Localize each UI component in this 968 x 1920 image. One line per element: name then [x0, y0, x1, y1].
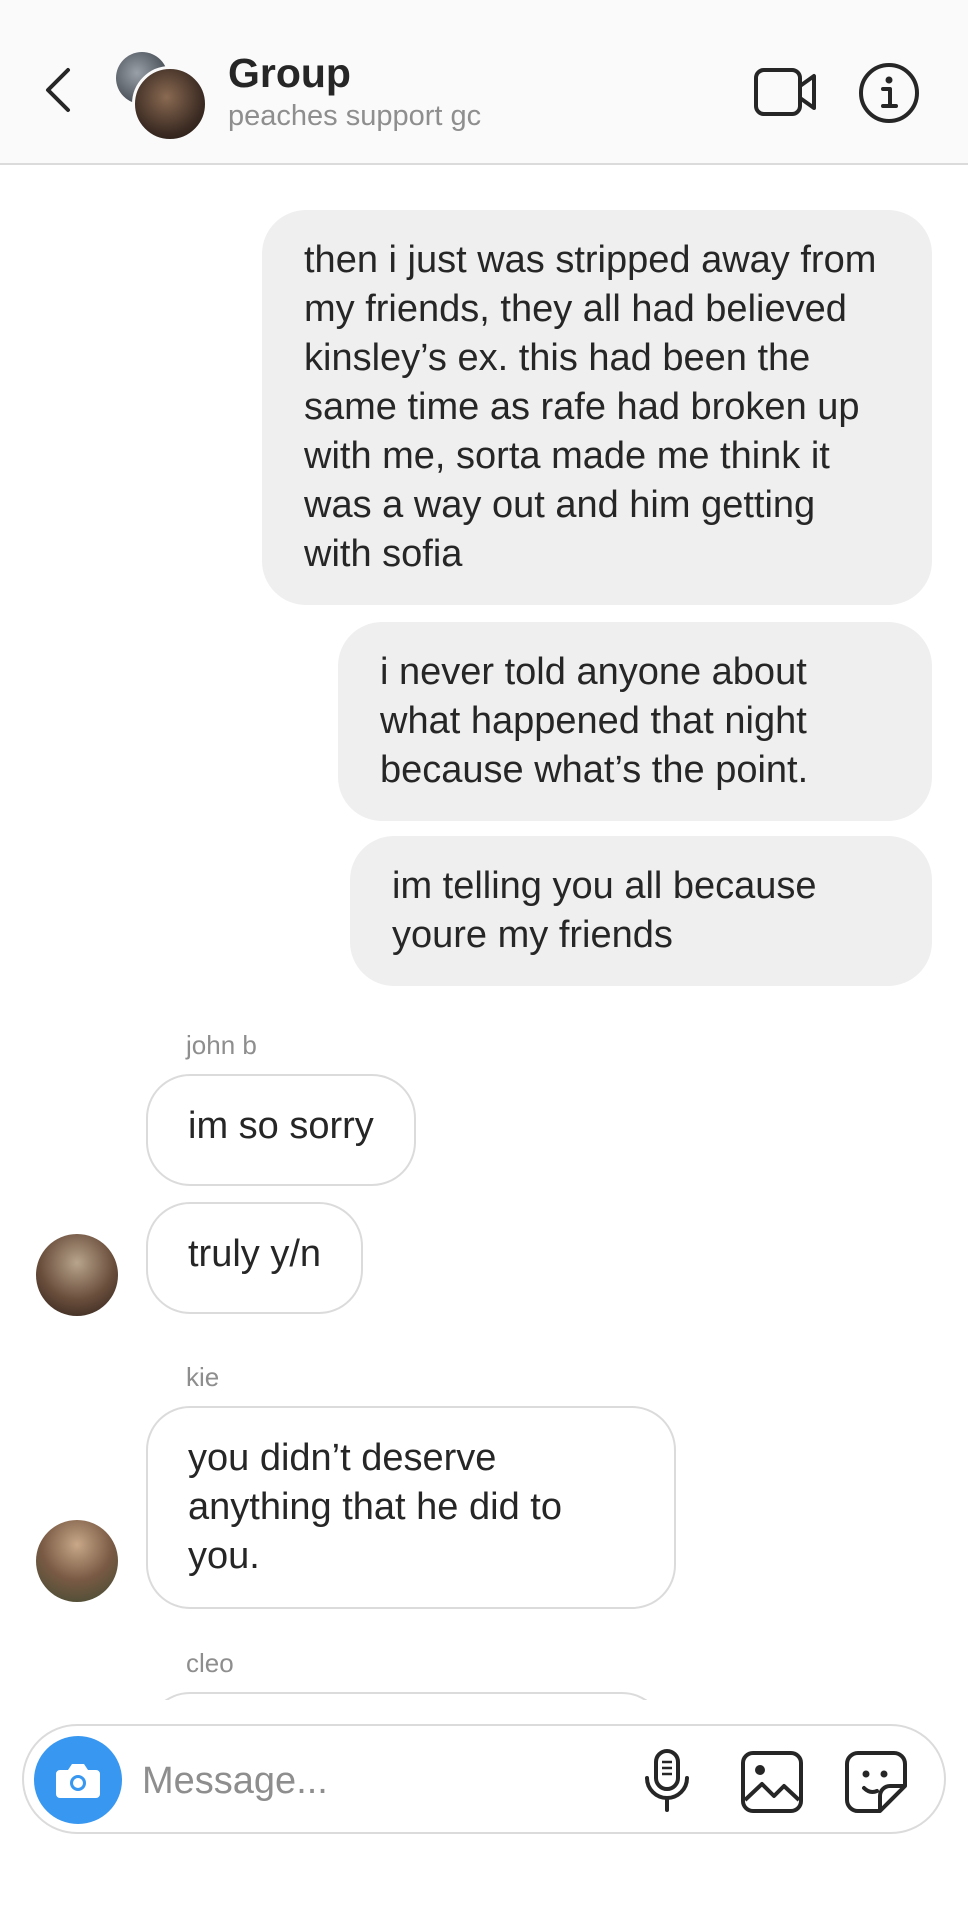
- camera-button[interactable]: [34, 1736, 122, 1824]
- message-bubble-outgoing[interactable]: im telling you all because youre my frie…: [350, 836, 932, 986]
- message-bubble-incoming[interactable]: you didn’t deserve anything that he did …: [146, 1406, 676, 1609]
- avatar[interactable]: [36, 1234, 118, 1316]
- chat-title[interactable]: Group: [228, 50, 351, 97]
- message-bubble-outgoing[interactable]: then i just was stripped away from my fr…: [262, 210, 932, 605]
- video-call-button[interactable]: [754, 68, 818, 116]
- group-avatar[interactable]: [116, 52, 208, 142]
- gallery-icon: [741, 1751, 803, 1813]
- chat-header: Group peaches support gc: [0, 0, 968, 165]
- sender-name: cleo: [186, 1648, 234, 1678]
- info-button[interactable]: [858, 62, 920, 124]
- sticker-button[interactable]: [844, 1750, 908, 1814]
- message-bubble-incoming[interactable]: truly y/n: [146, 1202, 364, 1314]
- sender-name: john b: [186, 1030, 257, 1060]
- video-camera-icon: [754, 68, 816, 116]
- gallery-button[interactable]: [740, 1750, 804, 1814]
- message-input[interactable]: [140, 1754, 524, 1808]
- voice-message-button[interactable]: [642, 1748, 692, 1814]
- microphone-icon: [645, 1749, 689, 1812]
- chat-subtitle: peaches support gc: [228, 100, 482, 132]
- camera-icon: [56, 1764, 100, 1798]
- avatar[interactable]: [36, 1520, 118, 1602]
- message-bubble-outgoing[interactable]: i never told anyone about what happened …: [338, 622, 932, 821]
- info-icon: [859, 63, 919, 123]
- chevron-left-icon: [46, 68, 70, 112]
- back-button[interactable]: [36, 60, 80, 120]
- message-composer: [22, 1724, 946, 1834]
- home-indicator: [340, 1890, 628, 1900]
- sticker-icon: [845, 1751, 907, 1813]
- group-member-avatar: [132, 66, 208, 142]
- message-bubble-incoming[interactable]: im so sorry: [146, 1074, 416, 1186]
- sender-name: kie: [186, 1362, 220, 1392]
